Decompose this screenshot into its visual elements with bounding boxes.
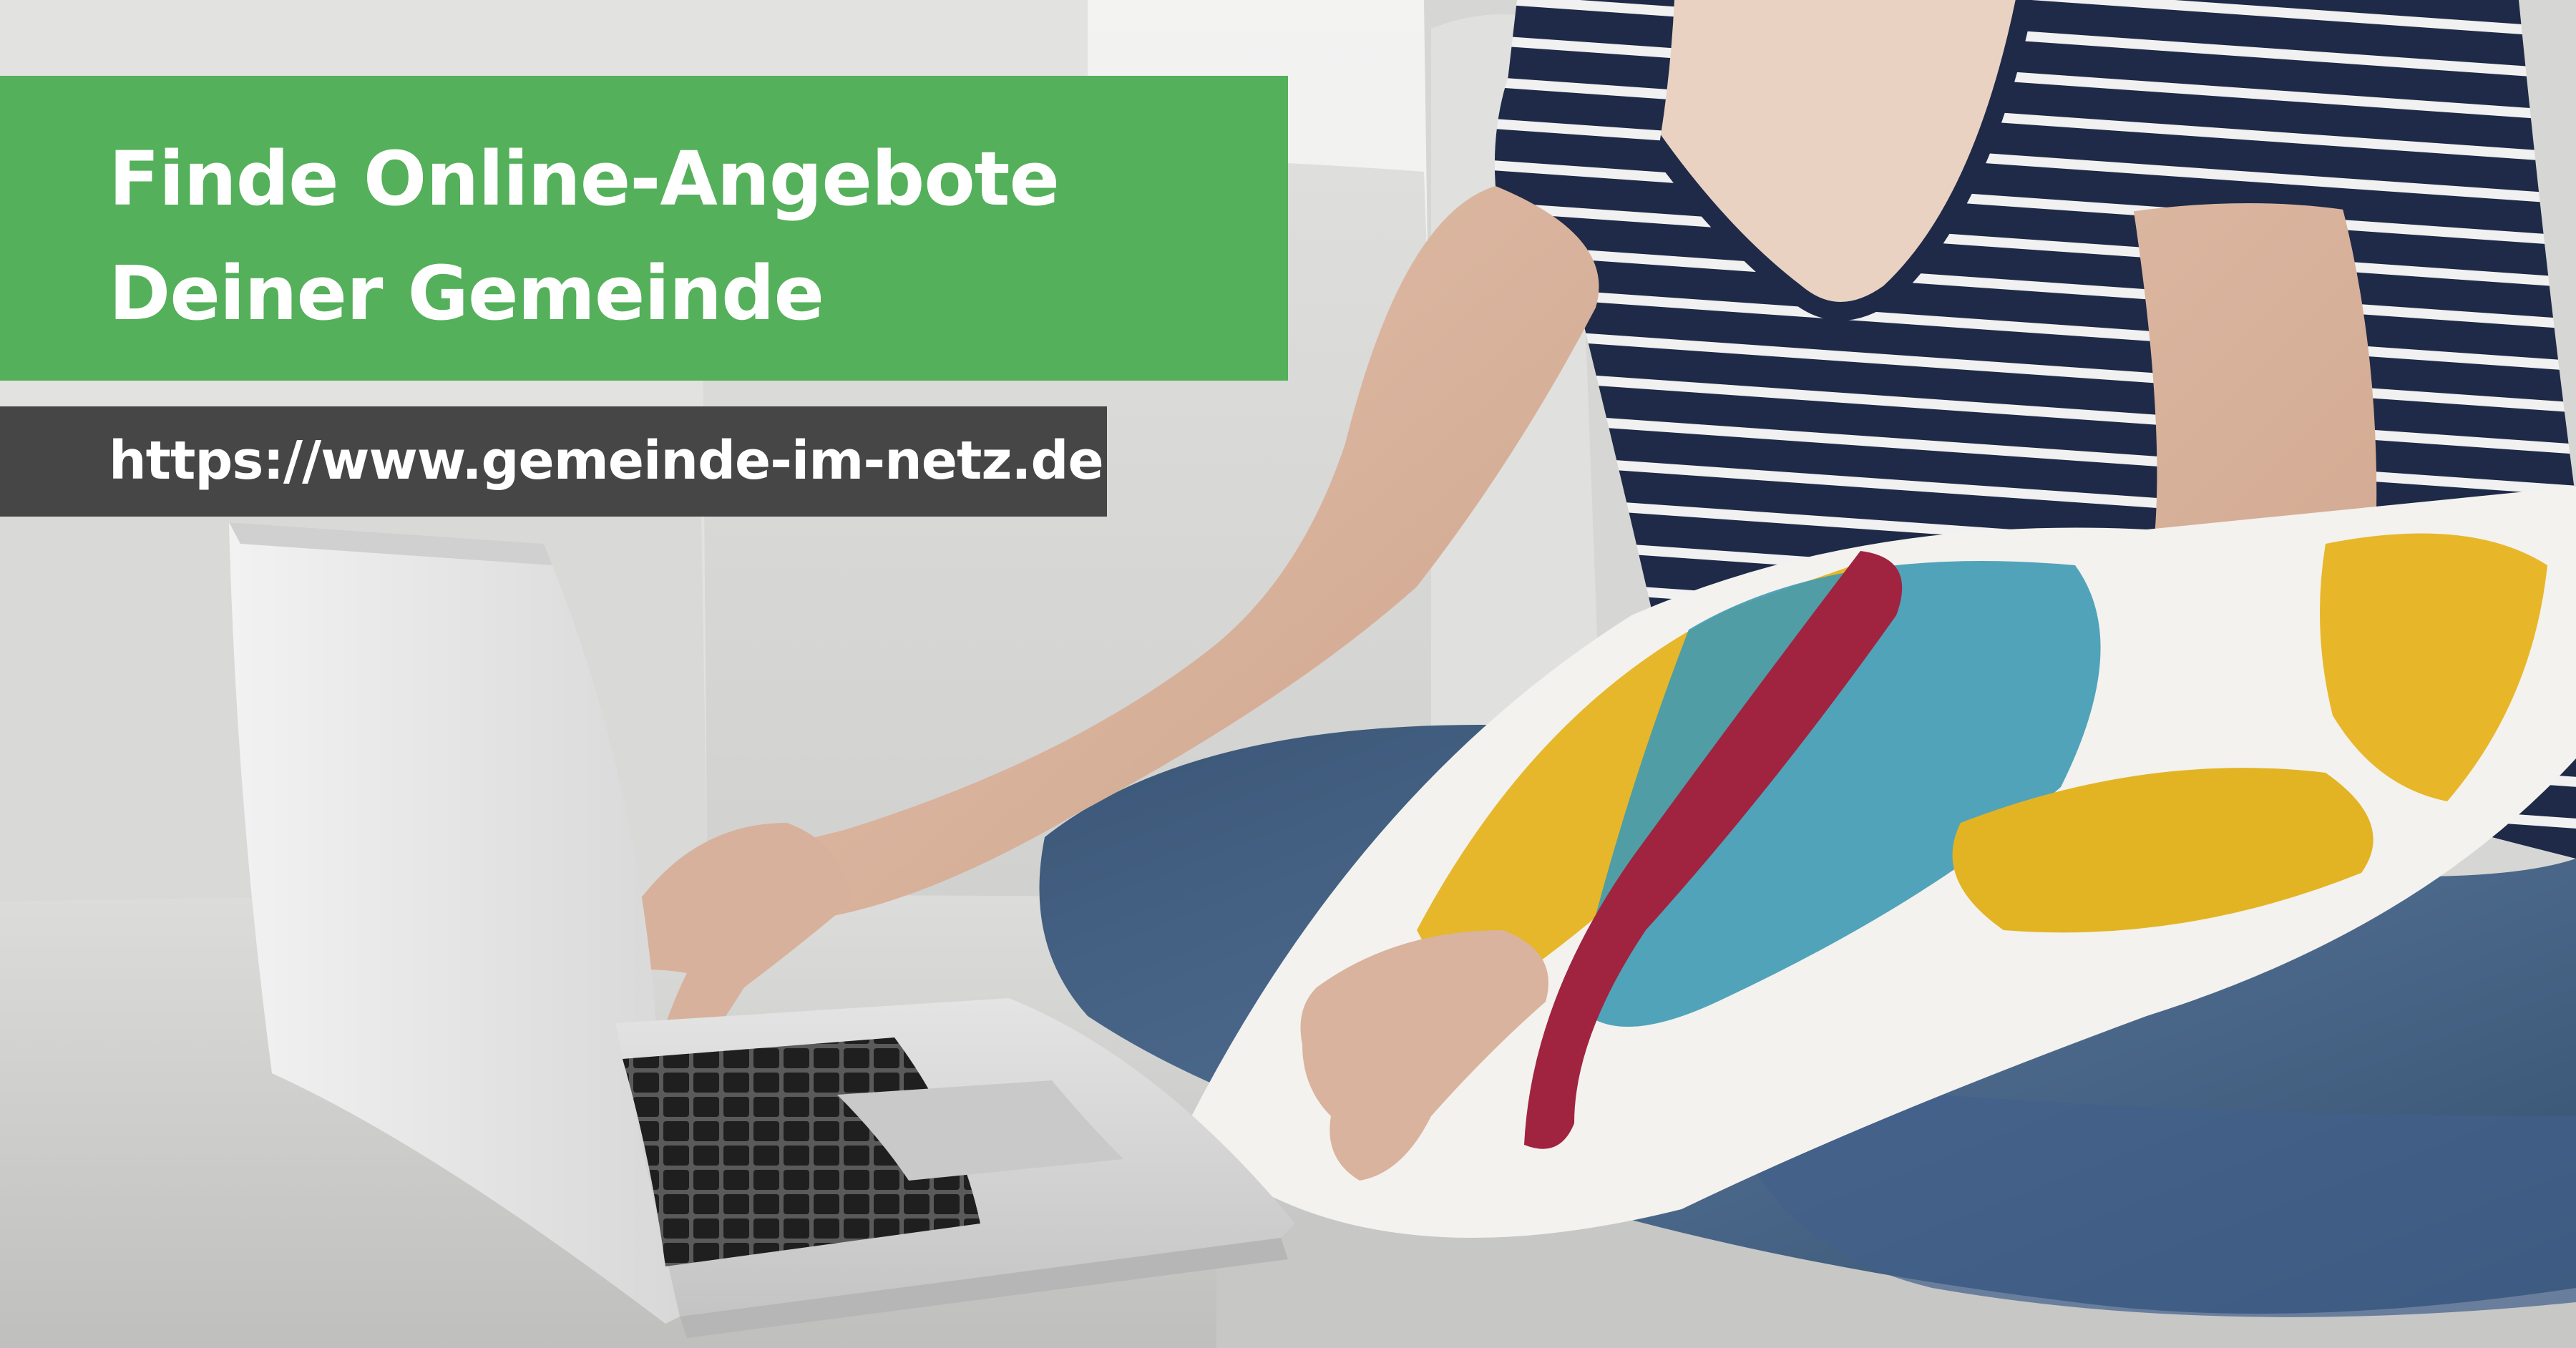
headline-line-2: Deiner Gemeinde [109,250,824,337]
banner-canvas: Finde Online-Angebote Deiner Gemeinde ht… [0,0,2576,1348]
headline-line-1: Finde Online-Angebote [109,135,1060,223]
headline: Finde Online-Angebote Deiner Gemeinde [109,122,1268,351]
website-url: https://www.gemeinde-im-netz.de [109,430,1104,492]
